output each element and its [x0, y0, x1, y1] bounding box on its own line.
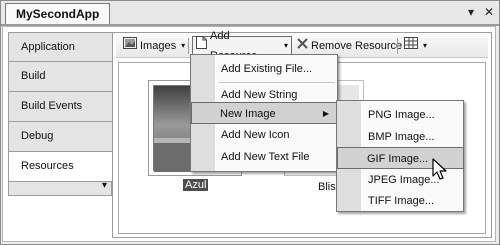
add-resource-button[interactable]: Add Resource ▾ — [192, 30, 292, 62]
grid-view-icon — [404, 36, 418, 56]
remove-resource-button[interactable]: Remove Resource — [294, 36, 405, 56]
resource-caption[interactable]: Azul — [183, 179, 209, 191]
menu-item-label: Add New String — [221, 89, 298, 101]
more-tabs-button[interactable]: ▾ — [8, 180, 112, 196]
tab-label: Build Events — [21, 100, 83, 112]
document-tab[interactable]: MySecondApp — [5, 3, 111, 25]
menu-item-add-new-text-file[interactable]: Add New Text File — [192, 146, 337, 168]
chevron-down-icon: ▾ — [181, 41, 186, 50]
tab-build[interactable]: Build — [8, 62, 112, 92]
chevron-down-icon: ▾ — [283, 41, 288, 50]
menu-item-label: JPEG Image... — [368, 174, 440, 186]
submenu-arrow-icon: ▶ — [322, 109, 329, 118]
menu-item-label: Add New Icon — [221, 129, 290, 141]
delete-icon — [297, 36, 308, 56]
menu-item-add-new-icon[interactable]: Add New Icon — [192, 124, 337, 146]
tab-resources[interactable]: Resources — [8, 152, 114, 182]
new-image-submenu: PNG Image... BMP Image... GIF Image... J… — [336, 100, 464, 212]
chevron-down-icon: ▾ — [423, 41, 428, 50]
menu-item-png-image[interactable]: PNG Image... — [338, 104, 463, 126]
tab-application[interactable]: Application — [8, 32, 112, 62]
mouse-pointer-icon — [432, 158, 448, 185]
menu-item-label: Add New Text File — [221, 151, 310, 163]
tab-debug[interactable]: Debug — [8, 122, 112, 152]
images-label: Images — [140, 40, 177, 52]
menu-item-label: TIFF Image... — [368, 195, 435, 207]
document-tab-strip: MySecondApp ▾ ✕ — [1, 1, 499, 25]
tab-label: Application — [21, 41, 75, 53]
menu-item-label: BMP Image... — [368, 131, 435, 143]
views-button[interactable]: ▾ — [401, 36, 430, 56]
property-page-tabs: Application Build Build Events Debug Res… — [8, 32, 114, 182]
menu-item-new-image[interactable]: New Image ▶ — [191, 102, 338, 124]
menu-item-label: GIF Image... — [367, 153, 429, 165]
menu-item-label: New Image — [220, 108, 276, 120]
add-resource-menu: Add Existing File... Add New String New … — [190, 54, 338, 172]
close-icon[interactable]: ✕ — [481, 4, 497, 20]
new-document-icon — [196, 36, 207, 56]
remove-resource-label: Remove Resource — [311, 40, 403, 52]
images-icon — [123, 36, 137, 56]
chevron-down-icon: ▾ — [101, 180, 107, 191]
tab-label: Build — [21, 70, 46, 82]
menu-item-bmp-image[interactable]: BMP Image... — [338, 126, 463, 148]
menu-item-add-existing-file[interactable]: Add Existing File... — [192, 58, 337, 80]
toolbar-separator — [188, 38, 189, 54]
images-category-button[interactable]: Images ▾ — [120, 36, 188, 56]
window-position-icon[interactable]: ▾ — [463, 4, 479, 20]
menu-item-label: PNG Image... — [368, 109, 435, 121]
menu-separator — [219, 82, 335, 83]
tab-label: Debug — [21, 130, 54, 142]
toolbar-separator — [397, 38, 398, 54]
tab-build-events[interactable]: Build Events — [8, 92, 112, 122]
menu-item-tiff-image[interactable]: TIFF Image... — [338, 190, 463, 212]
menu-item-label: Add Existing File... — [221, 63, 313, 75]
tab-label: Resources — [21, 160, 74, 172]
